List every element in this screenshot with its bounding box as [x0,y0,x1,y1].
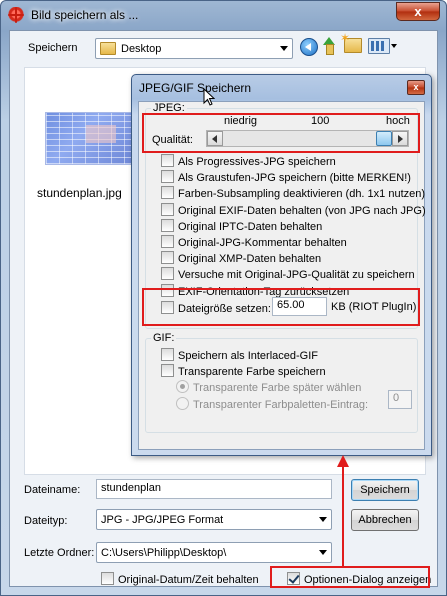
checkbox-icon [161,348,174,361]
palette-index-input[interactable]: 0 [388,390,412,409]
mouse-pointer-icon [203,88,215,106]
quality-high-label: hoch [386,115,410,127]
jpeg-option-checkbox[interactable]: Als Graustufen-JPG speichern (bitte MERK… [161,170,411,184]
last-folder-value: C:\Users\Philipp\Desktop\ [101,546,227,559]
checkbox-icon [161,203,174,216]
chevron-down-icon [319,517,327,522]
save-in-label: Speichern [28,42,78,54]
new-folder-icon[interactable] [340,31,362,53]
checkbox-icon [161,235,174,248]
quality-slider-thumb[interactable] [376,131,392,146]
checkbox-icon [161,267,174,280]
title-bar: Bild speichern als ... x [1,1,446,29]
filename-label: Dateiname: [24,484,81,496]
jpeg-dialog-client: JPEG: niedrig 100 hoch Qualität: Als Pro… [138,101,426,450]
cancel-button[interactable]: Abbrechen [351,509,419,531]
gif-option-label: Transparente Farbe speichern [178,366,326,378]
location-value: Desktop [121,42,162,55]
checkbox-icon [161,219,174,232]
checkbox-icon [161,364,174,377]
view-menu-icon[interactable] [368,38,397,54]
jpeg-option-label: Farben-Subsampling deaktivieren (dh. 1x1… [178,188,426,200]
jpeg-option-label: Versuche mit Original-JPG-Qualität zu sp… [178,269,415,281]
checkbox-icon [161,170,174,183]
jpeg-dialog-title: JPEG/GIF Speichern [139,81,252,95]
file-thumbnail [45,112,137,165]
quality-label: Qualität: [152,134,193,146]
options-dialog-checkbox[interactable]: Optionen-Dialog anzeigen [287,572,431,586]
chevron-down-icon [280,46,288,51]
jpeg-option-label: Original XMP-Daten behalten [178,253,322,265]
arrow-left-icon[interactable] [207,131,223,146]
jpeg-option-checkbox[interactable]: EXIF-Orientation-Tag zurücksetzen [161,284,349,298]
jpeg-option-checkbox[interactable]: Als Progressives-JPG speichern [161,154,336,168]
jpeg-dialog-close-button[interactable]: x [407,80,425,95]
filesize-unit-label: KB (RIOT PlugIn) [331,301,417,313]
window-title: Bild speichern als ... [31,8,139,22]
gif-radio-label: Transparenter Farbpaletten-Eintrag: [193,399,369,411]
jpeg-option-checkbox[interactable]: Original IPTC-Daten behalten [161,219,322,233]
jpeg-option-label: Original-JPG-Kommentar behalten [178,237,347,249]
jpeg-option-label: Als Graustufen-JPG speichern (bitte MERK… [178,172,411,184]
filesize-label: Dateigröße setzen: [178,303,271,315]
checkbox-icon [161,186,174,199]
options-dialog-label: Optionen-Dialog anzeigen [304,574,432,586]
arrow-up-icon [337,455,349,467]
filetype-label: Dateityp: [24,515,68,527]
back-icon[interactable] [300,38,318,56]
annotation-arrow-line [342,465,344,567]
gif-radio-option[interactable]: Transparenter Farbpaletten-Eintrag: [176,397,368,411]
location-select[interactable]: Desktop [95,38,293,59]
chevron-down-icon [319,550,327,555]
last-folder-select[interactable]: C:\Users\Philipp\Desktop\ [96,542,332,563]
original-date-label: Original-Datum/Zeit behalten [118,574,259,586]
filetype-select[interactable]: JPG - JPG/JPEG Format [96,509,332,530]
folder-icon [100,42,116,55]
checkbox-icon [161,154,174,167]
jpeg-option-checkbox[interactable]: Farben-Subsampling deaktivieren (dh. 1x1… [161,186,425,200]
jpeg-option-checkbox[interactable]: Original XMP-Daten behalten [161,251,321,265]
checkbox-icon [161,301,174,314]
gif-option-checkbox[interactable]: Transparente Farbe speichern [161,364,326,378]
last-folder-label: Letzte Ordner: [24,547,95,559]
save-button[interactable]: Speichern [351,479,419,501]
quality-low-label: niedrig [224,115,258,127]
filesize-input[interactable]: 65.00 [272,297,327,316]
close-button[interactable]: x [396,2,440,21]
quality-slider[interactable] [206,130,409,147]
gif-option-checkbox[interactable]: Speichern als Interlaced-GIF [161,348,318,362]
filetype-value: JPG - JPG/JPEG Format [101,513,224,526]
gif-option-label: Speichern als Interlaced-GIF [178,350,319,362]
folder-up-icon[interactable] [321,37,337,55]
jpeg-option-label: Original IPTC-Daten behalten [178,221,323,233]
filesize-checkbox[interactable]: Dateigröße setzen: [161,301,271,315]
gif-radio-option[interactable]: Transparente Farbe später wählen [176,380,361,394]
app-icon [8,7,24,23]
jpeg-option-checkbox[interactable]: Versuche mit Original-JPG-Qualität zu sp… [161,267,415,281]
radio-icon [176,397,189,410]
checkbox-checked-icon [287,572,300,585]
jpeg-option-checkbox[interactable]: Original EXIF-Daten behalten (von JPG na… [161,203,426,217]
gif-radio-label: Transparente Farbe später wählen [193,382,362,394]
gif-group-label: GIF: [151,332,177,344]
jpeg-group-label: JPEG: [151,102,187,114]
quality-mid-label: 100 [311,115,330,127]
filename-input[interactable]: stundenplan [96,479,332,499]
checkbox-icon [161,251,174,264]
checkbox-icon [161,284,174,297]
original-date-checkbox[interactable]: Original-Datum/Zeit behalten [101,572,259,586]
radio-icon [176,380,189,393]
arrow-right-icon[interactable] [392,131,408,146]
file-name: stundenplan.jpg [37,186,122,200]
checkbox-icon [101,572,114,585]
jpeg-gif-save-dialog: JPEG/GIF Speichern x JPEG: niedrig 100 h… [131,74,432,456]
jpeg-option-label: Als Progressives-JPG speichern [178,156,336,168]
jpeg-option-checkbox[interactable]: Original-JPG-Kommentar behalten [161,235,347,249]
jpeg-option-label: Original EXIF-Daten behalten (von JPG na… [178,205,426,217]
